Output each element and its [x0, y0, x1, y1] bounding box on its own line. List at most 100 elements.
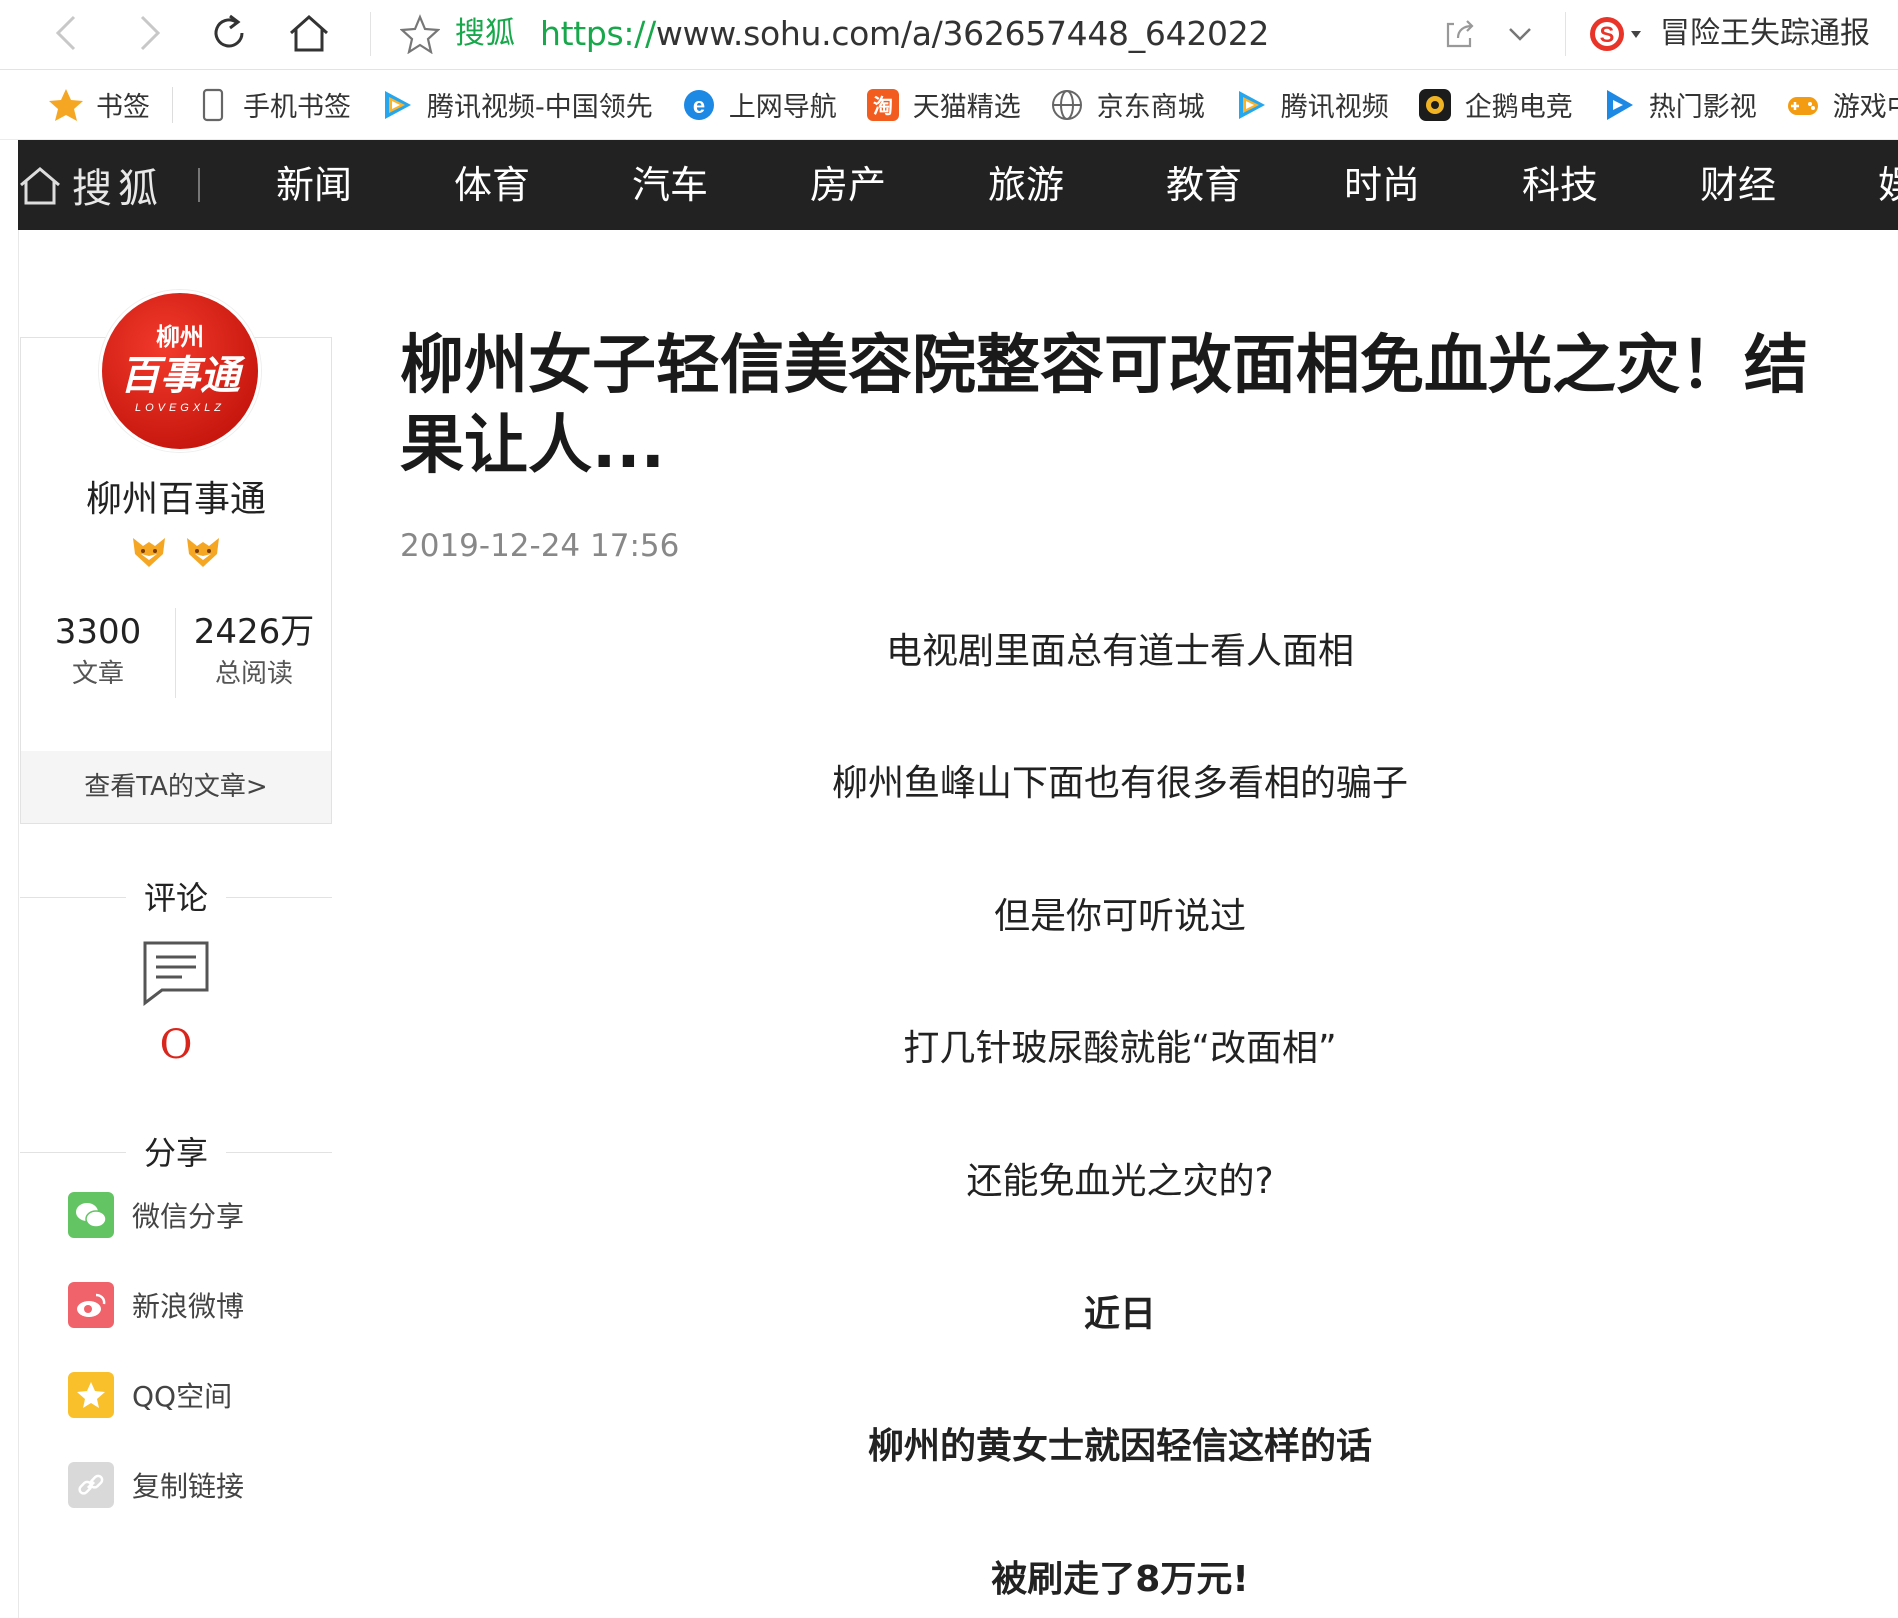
chevron-down-icon[interactable] [1500, 14, 1540, 54]
fox-badge-icon [133, 538, 165, 567]
fox-badge-icon [187, 538, 219, 567]
copy-link-button[interactable]: 复制链接 [68, 1461, 244, 1509]
nav-item-travel[interactable]: 旅游 [970, 140, 1148, 230]
nav-item-finance[interactable]: 财经 [1682, 140, 1860, 230]
svg-text:淘: 淘 [873, 94, 893, 118]
globe-icon [1049, 87, 1085, 123]
share-label: 新浪微博 [132, 1290, 245, 1323]
nav-item-education[interactable]: 教育 [1148, 140, 1326, 230]
nav-item-realestate[interactable]: 房产 [792, 140, 970, 230]
bookmark-label: 热门影视 [1648, 92, 1757, 123]
bookmark-item[interactable]: 热门影视 [1587, 70, 1771, 139]
star-icon [48, 87, 84, 123]
author-avatar[interactable]: 柳州 百事通 LOVEGXLZ [99, 290, 261, 452]
home-icon [20, 167, 60, 205]
comments-section-header: 评论 [20, 873, 332, 923]
author-name[interactable]: 柳州百事通 [21, 470, 331, 522]
tencent-video-icon [1233, 87, 1269, 123]
logo-text: 搜狐 [72, 166, 164, 212]
chevron-right-icon [140, 15, 161, 51]
chevron-left-icon [55, 15, 76, 51]
bookmark-label: 游戏中 [1832, 92, 1898, 123]
svg-text:e: e [693, 93, 705, 118]
comments-heading: 评论 [143, 879, 208, 917]
view-articles-link[interactable]: 查看TA的文章> [21, 751, 331, 823]
tencent-video-icon [379, 87, 415, 123]
logo-divider [198, 168, 200, 202]
browser-address-bar: 搜狐 https://www.sohu.com/a/362657448_6420… [0, 0, 1898, 70]
articles-count: 3300 [54, 612, 142, 652]
bookmark-separator [172, 86, 173, 123]
author-card: 柳州 百事通 LOVEGXLZ 柳州百事通 3300 文章 2426万 总阅读 … [20, 290, 332, 824]
article-paragraph-bold: 被刷走了8万元! [991, 1559, 1249, 1600]
phone-icon [195, 87, 231, 123]
bookmark-label: 上网导航 [728, 92, 837, 123]
stat-articles: 3300 文章 [23, 610, 173, 694]
bookmark-item[interactable]: 京东商城 [1035, 70, 1219, 139]
nav-item-news[interactable]: 新闻 [258, 140, 436, 230]
bookmark-item[interactable]: 游戏中 [1771, 70, 1898, 139]
nav-item-tech[interactable]: 科技 [1504, 140, 1682, 230]
forward-button[interactable] [124, 8, 174, 58]
reload-button[interactable] [204, 8, 254, 58]
sohu-logo[interactable]: 搜狐 [18, 140, 200, 230]
svg-text:S: S [1600, 22, 1615, 47]
reads-count: 2426万 [193, 612, 315, 652]
reads-label: 总阅读 [214, 659, 293, 689]
nav-item-entertainment[interactable]: 娱 [1860, 140, 1898, 230]
bookmark-label: 手机书签 [243, 92, 351, 123]
article-paragraph: 但是你可听说过 [993, 896, 1246, 937]
comment-count[interactable]: O [20, 1022, 332, 1068]
author-badges [21, 534, 331, 570]
author-logo-icon: 柳州 百事通 LOVEGXLZ [120, 323, 246, 414]
url-path: www.sohu.com/a/362657448_642022 [655, 14, 1270, 53]
article-paragraph-bold: 柳州的黄女士就因轻信这样的话 [867, 1426, 1372, 1467]
bookmark-item[interactable]: 腾讯视频 [1219, 70, 1403, 139]
bookmark-item[interactable]: 手机书签 [181, 70, 365, 139]
nav-items: 新闻 体育 汽车 房产 旅游 教育 时尚 科技 财经 娱 [258, 140, 1898, 230]
bookmark-label: 腾讯视频-中国领先 [427, 92, 653, 123]
bookmark-item[interactable]: 企鹅电竞 [1403, 70, 1587, 139]
link-icon [68, 1462, 114, 1508]
article-paragraph: 打几针玻尿酸就能“改面相” [903, 1028, 1337, 1069]
article-paragraph-bold: 近日 [1083, 1294, 1156, 1335]
article-title: 柳州女子轻信美容院整容可改面相免血光之灾！结果让人... [400, 329, 1808, 483]
bookmark-item[interactable]: 淘 天猫精选 [851, 70, 1035, 139]
nav-item-auto[interactable]: 汽车 [614, 140, 792, 230]
wechat-icon [68, 1192, 114, 1238]
avatar-main-text: 百事通 [120, 353, 246, 399]
play-icon [1601, 87, 1637, 123]
article-paragraph: 电视剧里面总有道士看人面相 [885, 631, 1354, 672]
avatar-top-text: 柳州 [156, 323, 204, 351]
home-icon [290, 14, 328, 52]
stat-divider [175, 608, 176, 698]
share-wechat-button[interactable]: 微信分享 [68, 1191, 244, 1239]
page-left-border [18, 230, 19, 1618]
nav-item-fashion[interactable]: 时尚 [1326, 140, 1504, 230]
share-qzone-button[interactable]: QQ空间 [68, 1371, 232, 1419]
nav-item-sports[interactable]: 体育 [436, 140, 614, 230]
address-separator [370, 12, 371, 56]
bookmark-item[interactable]: 书签 [0, 70, 164, 139]
comment-icon[interactable] [142, 940, 210, 1006]
sogou-search-engine-icon[interactable]: S [1585, 12, 1645, 56]
penguin-esports-icon [1417, 87, 1453, 123]
search-separator [1565, 12, 1566, 56]
bookmark-item[interactable]: 腾讯视频-中国领先 [365, 70, 667, 139]
bookmark-label: 京东商城 [1096, 92, 1205, 123]
back-button[interactable] [42, 8, 92, 58]
avatar-sub-text: LOVEGXLZ [135, 402, 225, 414]
share-icon[interactable] [1440, 14, 1480, 54]
bookmark-label: 书签 [96, 92, 150, 123]
site-name: 搜狐 [455, 16, 515, 51]
home-button[interactable] [284, 8, 334, 58]
bookmark-star-icon[interactable] [400, 14, 440, 54]
search-suggestion[interactable]: 冒险王失踪通报 [1660, 12, 1870, 56]
url-field[interactable]: https://www.sohu.com/a/362657448_642022 [540, 12, 1269, 56]
share-weibo-button[interactable]: 新浪微博 [68, 1281, 244, 1329]
gamepad-icon [1785, 87, 1821, 123]
share-heading: 分享 [143, 1134, 208, 1172]
article-paragraph: 还能免血光之灾的? [966, 1161, 1274, 1202]
weibo-icon [68, 1282, 114, 1328]
bookmark-item[interactable]: e 上网导航 [667, 70, 851, 139]
